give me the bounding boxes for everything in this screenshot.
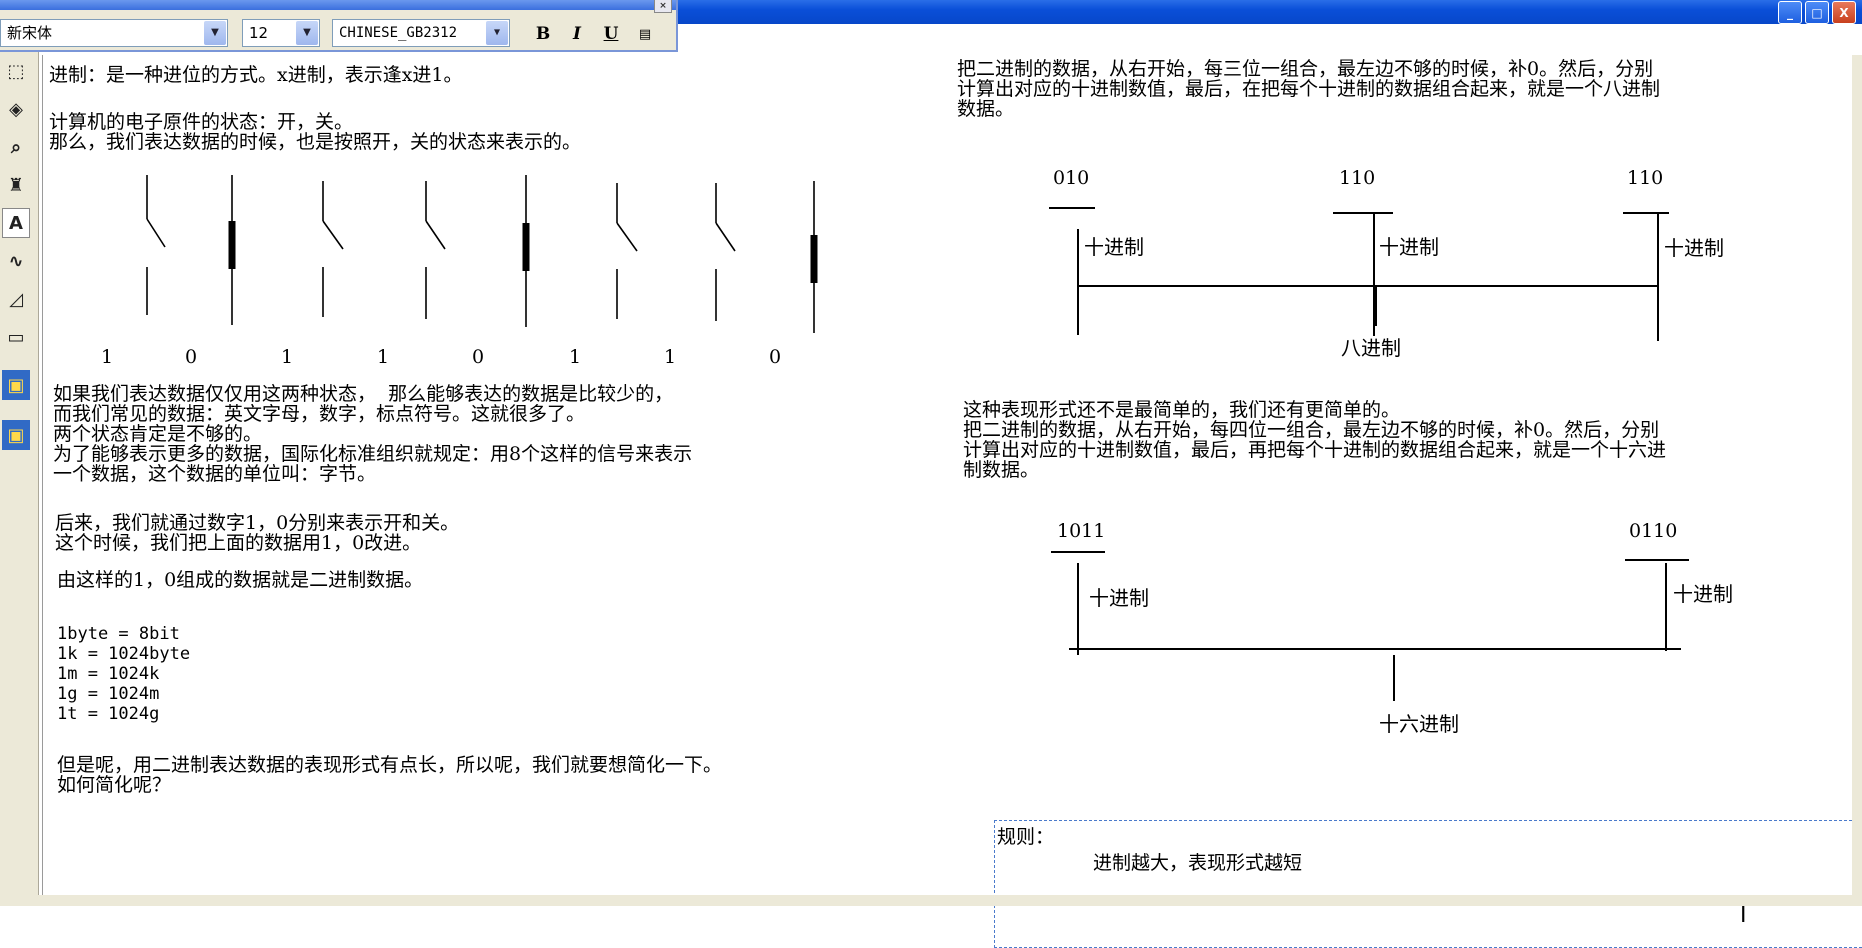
switch-open: [425, 181, 446, 319]
decimal-label: 十进制: [1664, 236, 1724, 260]
underline-stroke: [1625, 559, 1689, 561]
bit-label: 1: [377, 346, 390, 368]
text-unit-conversions: 1byte = 8bit 1k = 1024byte 1m = 1024k 1g…: [57, 624, 191, 724]
octal-group-label: 110: [1339, 167, 1376, 189]
rule-title: 规则：: [997, 826, 1055, 848]
bit-label: 0: [185, 346, 198, 368]
chevron-down-icon[interactable]: ▼: [296, 21, 318, 45]
switch-open: [322, 181, 344, 317]
bit-label: 1: [101, 346, 114, 368]
decimal-label: 十进制: [1673, 582, 1733, 606]
text-format-toolbar: × 新宋体 ▼ 12 ▼ CHINESE_GB2312 ▼ B I U ▤: [0, 0, 678, 52]
connector-line: [1077, 229, 1079, 335]
switch-open: [146, 175, 166, 315]
script-select[interactable]: CHINESE_GB2312 ▼: [332, 19, 510, 47]
octal-label: 八进制: [1341, 336, 1401, 360]
script-value: CHINESE_GB2312: [339, 25, 458, 41]
connector-line: [1077, 563, 1079, 655]
decimal-label: 十进制: [1084, 235, 1144, 259]
connector-line: [1393, 655, 1395, 701]
octal-group-label: 010: [1053, 167, 1090, 189]
text-hex-rule: 这种表现形式还不是最简单的，我们还有更简单的。 把二进制的数据，从右开始，每四位…: [963, 399, 1667, 481]
bit-label: 1: [569, 346, 582, 368]
hex-label: 十六进制: [1379, 712, 1459, 736]
toolbar-titlebar: [0, 0, 676, 10]
decimal-label: 十进制: [1379, 235, 1439, 259]
vertical-text-icon[interactable]: ▤: [632, 21, 658, 47]
text-one-zero: 后来，我们就通过数字1，0分别来表示开和关。 这个时候，我们把上面的数据用1，0…: [55, 512, 460, 554]
drawing-canvas[interactable]: 进制：是一种进位的方式。x进制，表示逢x进1。 计算机的电子原件的状态：开，关。…: [42, 55, 1862, 948]
bit-label: 0: [769, 346, 782, 368]
bold-button[interactable]: B: [530, 21, 556, 47]
tool-palette: ⬚ ◈ ⌕ ♜ A ∿ ◿ ▭ ▣ ▣: [0, 52, 39, 906]
underline-stroke: [1049, 207, 1095, 209]
chevron-down-icon[interactable]: ▼: [486, 21, 508, 45]
magnifier-icon[interactable]: ⌕: [2, 132, 30, 162]
window-controls: _ □ X: [1778, 1, 1856, 24]
toolbar-close-icon[interactable]: ×: [654, 0, 672, 13]
text-tool-icon[interactable]: A: [2, 208, 30, 238]
curve-icon[interactable]: ∿: [2, 246, 30, 276]
fill-bucket-icon[interactable]: ◈: [2, 94, 30, 124]
active-text-box[interactable]: 规则： 进制越大，表现形式越短 I: [994, 820, 1862, 948]
text-binary-data: 由这样的1，0组成的数据就是二进制数据。: [57, 569, 424, 591]
decimal-label: 十进制: [1089, 586, 1149, 610]
text-switch-states: 计算机的电子原件的状态：开，关。 那么，我们表达数据的时候，也是按照开，关的状态…: [49, 111, 582, 153]
text-byte-explanation: 如果我们表达数据仅仅用这两种状态， 那么能够表达的数据是比较少的， 而我们常见的…: [53, 383, 693, 485]
bottom-border: [0, 895, 1862, 906]
font-size-value: 12: [249, 24, 269, 42]
font-size-select[interactable]: 12 ▼: [242, 19, 320, 47]
underline-button[interactable]: U: [598, 21, 624, 47]
ibeam-cursor-icon: I: [1740, 903, 1747, 928]
combine-line: [1069, 648, 1681, 650]
italic-button[interactable]: I: [564, 21, 590, 47]
bit-label: 1: [281, 346, 294, 368]
text-simplify: 但是呢，用二进制表达数据的表现形式有点长，所以呢，我们就要想简化一下。 如何简化…: [57, 754, 723, 796]
font-name-select[interactable]: 新宋体 ▼: [0, 19, 228, 47]
connector-line: [1657, 213, 1659, 341]
switch-open: [616, 183, 638, 319]
text-octal-rule: 把二进制的数据，从右开始，每三位一组合，最左边不够的时候，补0。然后，分别 计算…: [957, 58, 1661, 120]
chevron-down-icon[interactable]: ▼: [204, 21, 226, 45]
bit-label: 1: [664, 346, 677, 368]
font-name-value: 新宋体: [7, 24, 53, 42]
connector-line: [1665, 563, 1667, 651]
hex-group-label: 1011: [1057, 520, 1106, 542]
transparent-mode-icon[interactable]: ▣: [2, 420, 30, 450]
underline-stroke: [1051, 551, 1105, 553]
maximize-button[interactable]: □: [1805, 1, 1829, 24]
rounded-rect-icon[interactable]: ▭: [2, 322, 30, 352]
right-border: [1852, 55, 1862, 895]
underline-stroke: [1333, 212, 1393, 214]
close-button[interactable]: X: [1832, 1, 1856, 24]
combine-line: [1077, 285, 1659, 287]
octal-group-label: 110: [1627, 167, 1664, 189]
bit-label: 0: [472, 346, 485, 368]
polygon-icon[interactable]: ◿: [2, 284, 30, 314]
connector-line: [1375, 286, 1377, 326]
underline-stroke: [1623, 212, 1669, 214]
brush-icon[interactable]: ♜: [2, 170, 30, 200]
switch-open: [715, 183, 736, 321]
minimize-button[interactable]: _: [1778, 1, 1802, 24]
rect-select-icon[interactable]: ⬚: [2, 56, 30, 86]
hex-group-label: 0110: [1629, 520, 1678, 542]
rule-text[interactable]: 进制越大，表现形式越短: [1093, 853, 1302, 873]
opaque-mode-icon[interactable]: ▣: [2, 370, 30, 400]
text-binary-intro: 进制：是一种进位的方式。x进制，表示逢x进1。: [49, 64, 463, 86]
